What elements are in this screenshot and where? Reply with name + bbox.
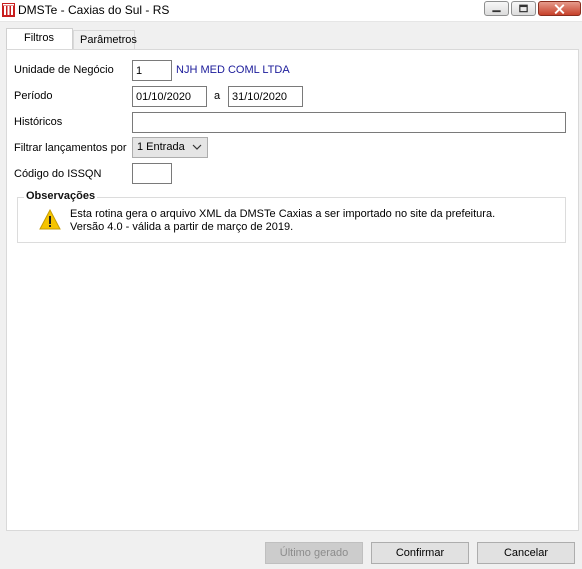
issqn-input[interactable] (132, 163, 172, 184)
observacoes-title: Observações (24, 190, 98, 202)
minimize-button[interactable] (484, 1, 509, 16)
title-bar: DMSTe - Caxias do Sul - RS (0, 0, 582, 22)
minimize-icon (492, 10, 501, 13)
confirmar-button[interactable]: Confirmar (371, 542, 469, 564)
unidade-label: Unidade de Negócio (14, 64, 114, 76)
tab-label: Parâmetros (80, 34, 137, 46)
observacoes-line-1: Esta rotina gera o arquivo XML da DMSTe … (70, 208, 496, 220)
maximize-button[interactable] (511, 1, 536, 16)
cancelar-button[interactable]: Cancelar (477, 542, 575, 564)
filtrar-select-value: 1 Entrada (137, 141, 185, 153)
close-icon (554, 4, 565, 15)
filtrar-label: Filtrar lançamentos por (14, 142, 127, 154)
tab-filtros[interactable]: Filtros (6, 28, 73, 49)
tab-parametros[interactable]: Parâmetros (73, 30, 137, 49)
chevron-down-icon (192, 144, 202, 150)
historicos-label: Históricos (14, 116, 63, 128)
periodo-label: Período (14, 90, 53, 102)
periodo-separator: a (214, 90, 221, 102)
issqn-label: Código do ISSQN (14, 168, 102, 180)
restore-icon (519, 4, 528, 13)
tab-label: Filtros (24, 32, 54, 44)
close-button[interactable] (538, 1, 581, 16)
window-title: DMSTe - Caxias do Sul - RS (18, 3, 170, 17)
unidade-input[interactable]: 1 (132, 60, 172, 81)
historicos-input[interactable] (132, 112, 566, 133)
periodo-end-input[interactable]: 31/10/2020 (228, 86, 303, 107)
observacoes-line-2: Versão 4.0 - válida a partir de março de… (70, 221, 294, 233)
periodo-start-input[interactable]: 01/10/2020 (132, 86, 207, 107)
observacoes-group (17, 197, 566, 243)
unidade-name: NJH MED COML LTDA (176, 64, 290, 76)
filtrar-select[interactable]: 1 Entrada (132, 137, 208, 158)
ultimo-gerado-button[interactable]: Último gerado (265, 542, 363, 564)
app-logo-icon (2, 3, 15, 17)
warning-icon (39, 209, 61, 230)
